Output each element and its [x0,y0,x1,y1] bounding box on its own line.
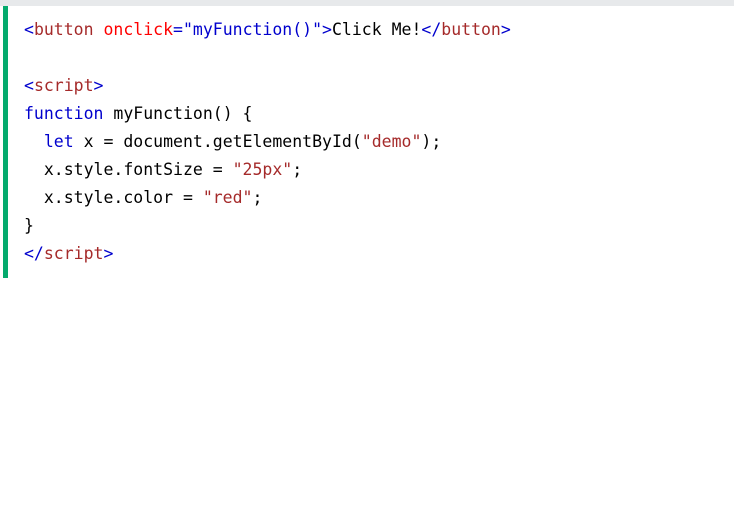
code-token-plain: ; [292,160,303,179]
code-line: x.style.color = "red"; [24,184,511,212]
code-token-plain: x.style.fontSize = [24,160,233,179]
code-token-kw: function [24,104,104,123]
code-token-str: "demo" [361,132,422,151]
code-token-tag: script [33,76,94,95]
code-token-plain: x.style.color = [24,188,203,207]
code-token-bracket: > [103,244,114,263]
code-listing: <button onclick="myFunction()">Click Me!… [24,16,511,268]
code-example-block: <button onclick="myFunction()">Click Me!… [3,6,734,278]
code-token-plain: } [24,216,34,235]
code-token-plain: myFunction() { [103,104,253,123]
code-token-bracket: </ [24,244,44,263]
code-line: </script> [24,240,511,268]
code-token-plain: ); [421,132,442,151]
code-token-bracket: </ [421,20,442,39]
code-token-kw: let [43,132,74,151]
code-token-plain: ; [252,188,263,207]
code-token-attrval: ="myFunction()" [173,20,323,39]
code-token-plain: x = document.getElementById( [73,132,362,151]
code-line: let x = document.getElementById("demo"); [24,128,511,156]
code-line: function myFunction() { [24,100,511,128]
code-token-attr: onclick [103,20,174,39]
code-token-bracket: > [500,20,511,39]
code-token-bracket: < [24,20,34,39]
code-line: x.style.fontSize = "25px"; [24,156,511,184]
code-token-tag: button [441,20,501,39]
code-line: } [24,212,511,240]
code-token-tag: script [43,244,104,263]
code-token-bracket: > [93,76,104,95]
code-token-bracket: > [322,20,332,39]
code-token-bracket: < [24,76,34,95]
code-line: <script> [24,72,511,100]
code-token-str: "red" [202,188,253,207]
code-token-plain: Click Me! [331,20,422,39]
code-token-tag: button [33,20,94,39]
code-line: <button onclick="myFunction()">Click Me!… [24,16,511,44]
code-token-str: "25px" [232,160,293,179]
